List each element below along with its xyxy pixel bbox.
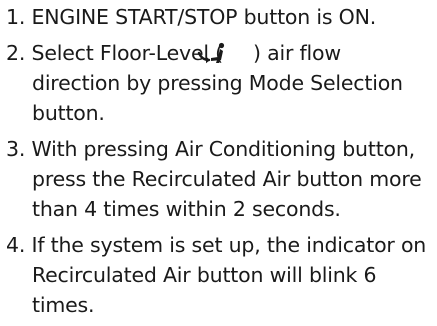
step-text: ENGINE START/STOP button is ON. bbox=[31, 5, 377, 29]
floor-airflow-icon bbox=[197, 42, 253, 64]
instruction-steps: 1. ENGINE START/STOP button is ON. 2. Se… bbox=[6, 2, 434, 326]
step-number: 2. bbox=[6, 41, 26, 65]
step-text: If the system is set up, the indicator o… bbox=[31, 233, 427, 317]
step-number: 3. bbox=[6, 137, 26, 161]
step-text-before-icon: Select Floor-Level ( bbox=[31, 41, 224, 65]
step-3: 3. With pressing Air Conditioning button… bbox=[6, 134, 434, 224]
step-number: 4. bbox=[6, 233, 26, 257]
step-2: 2. Select Floor-Level ( ) air flow direc… bbox=[6, 38, 434, 128]
step-number: 1. bbox=[6, 5, 26, 29]
step-4: 4. If the system is set up, the indicato… bbox=[6, 230, 434, 320]
step-1: 1. ENGINE START/STOP button is ON. bbox=[6, 2, 434, 32]
step-text: With pressing Air Conditioning button, p… bbox=[31, 137, 422, 221]
